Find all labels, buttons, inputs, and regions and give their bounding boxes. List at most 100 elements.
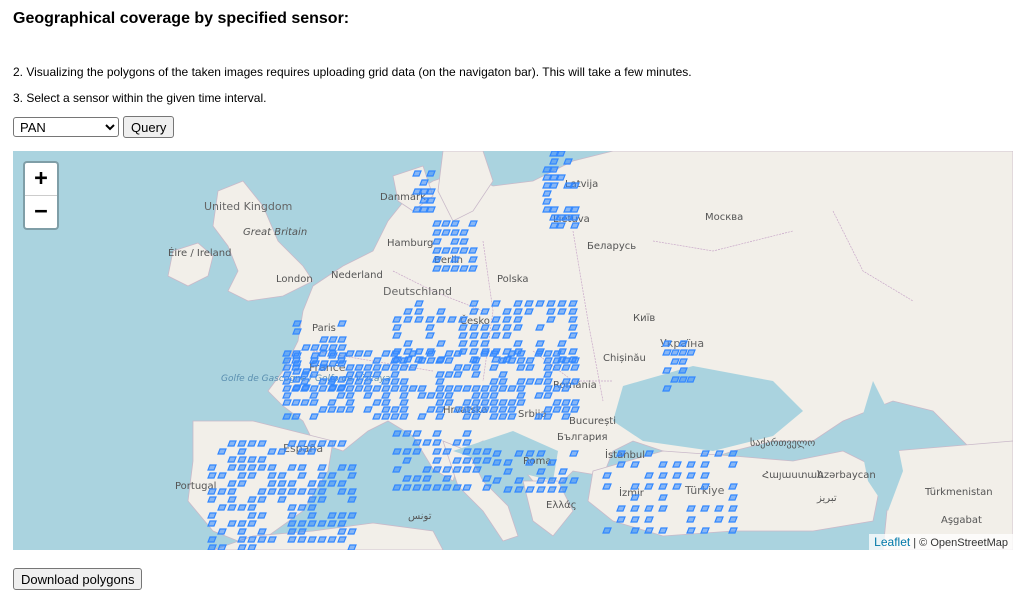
footprint-polygon[interactable] bbox=[480, 340, 490, 347]
footprint-polygon[interactable] bbox=[686, 349, 696, 356]
footprint-polygon[interactable] bbox=[503, 486, 513, 493]
footprint-polygon[interactable] bbox=[480, 399, 490, 406]
footprint-polygon[interactable] bbox=[616, 450, 626, 457]
footprint-polygon[interactable] bbox=[317, 488, 327, 495]
footprint-polygon[interactable] bbox=[414, 356, 424, 363]
footprint-polygon[interactable] bbox=[282, 371, 292, 378]
footprint-polygon[interactable] bbox=[292, 360, 302, 367]
footprint-polygon[interactable] bbox=[292, 320, 302, 327]
footprint-polygon[interactable] bbox=[422, 475, 432, 482]
footprint-polygon[interactable] bbox=[458, 348, 468, 355]
footprint-polygon[interactable] bbox=[399, 413, 409, 420]
footprint-polygon[interactable] bbox=[307, 504, 317, 511]
footprint-polygon[interactable] bbox=[535, 340, 545, 347]
footprint-polygon[interactable] bbox=[297, 488, 307, 495]
footprint-polygon[interactable] bbox=[502, 308, 512, 315]
footprint-polygon[interactable] bbox=[237, 448, 247, 455]
footprint-polygon[interactable] bbox=[452, 466, 462, 473]
footprint-polygon[interactable] bbox=[435, 406, 445, 413]
footprint-polygon[interactable] bbox=[435, 413, 445, 420]
footprint-polygon[interactable] bbox=[432, 220, 442, 227]
footprint-polygon[interactable] bbox=[207, 536, 217, 543]
footprint-polygon[interactable] bbox=[468, 220, 478, 227]
footprint-polygon[interactable] bbox=[452, 439, 462, 446]
footprint-polygon[interactable] bbox=[502, 356, 512, 363]
footprint-polygon[interactable] bbox=[644, 483, 654, 490]
footprint-polygon[interactable] bbox=[678, 367, 688, 374]
footprint-polygon[interactable] bbox=[543, 364, 553, 371]
footprint-polygon[interactable] bbox=[498, 406, 508, 413]
footprint-polygon[interactable] bbox=[472, 457, 482, 464]
footprint-polygon[interactable] bbox=[247, 456, 257, 463]
footprint-polygon[interactable] bbox=[568, 300, 578, 307]
footprint-polygon[interactable] bbox=[489, 385, 499, 392]
footprint-polygon[interactable] bbox=[307, 480, 317, 487]
footprint-polygon[interactable] bbox=[328, 360, 338, 367]
footprint-polygon[interactable] bbox=[337, 320, 347, 327]
footprint-polygon[interactable] bbox=[381, 406, 391, 413]
footprint-polygon[interactable] bbox=[399, 364, 409, 371]
footprint-polygon[interactable] bbox=[670, 376, 680, 383]
footprint-polygon[interactable] bbox=[561, 413, 571, 420]
footprint-polygon[interactable] bbox=[468, 247, 478, 254]
footprint-polygon[interactable] bbox=[237, 456, 247, 463]
footprint-polygon[interactable] bbox=[432, 466, 442, 473]
footprint-polygon[interactable] bbox=[546, 300, 556, 307]
footprint-polygon[interactable] bbox=[292, 376, 302, 383]
footprint-polygon[interactable] bbox=[557, 340, 567, 347]
footprint-polygon[interactable] bbox=[662, 385, 672, 392]
footprint-polygon[interactable] bbox=[436, 340, 446, 347]
footprint-polygon[interactable] bbox=[310, 344, 320, 351]
footprint-polygon[interactable] bbox=[462, 413, 472, 420]
footprint-polygon[interactable] bbox=[317, 536, 327, 543]
footprint-polygon[interactable] bbox=[287, 480, 297, 487]
footprint-polygon[interactable] bbox=[327, 406, 337, 413]
footprint-polygon[interactable] bbox=[561, 406, 571, 413]
footprint-polygon[interactable] bbox=[345, 350, 355, 357]
footprint-polygon[interactable] bbox=[309, 385, 319, 392]
footprint-polygon[interactable] bbox=[399, 378, 409, 385]
footprint-polygon[interactable] bbox=[570, 378, 580, 385]
footprint-polygon[interactable] bbox=[307, 536, 317, 543]
footprint-polygon[interactable] bbox=[450, 265, 460, 272]
footprint-polygon[interactable] bbox=[372, 357, 382, 364]
footprint-polygon[interactable] bbox=[441, 220, 451, 227]
footprint-polygon[interactable] bbox=[432, 457, 442, 464]
footprint-polygon[interactable] bbox=[390, 378, 400, 385]
footprint-polygon[interactable] bbox=[453, 385, 463, 392]
footprint-polygon[interactable] bbox=[502, 316, 512, 323]
footprint-polygon[interactable] bbox=[452, 484, 462, 491]
footprint-polygon[interactable] bbox=[452, 457, 462, 464]
footprint-polygon[interactable] bbox=[441, 265, 451, 272]
footprint-polygon[interactable] bbox=[337, 464, 347, 471]
footprint-polygon[interactable] bbox=[307, 512, 317, 519]
footprint-polygon[interactable] bbox=[546, 308, 556, 315]
footprint-polygon[interactable] bbox=[317, 440, 327, 447]
footprint-polygon[interactable] bbox=[267, 448, 277, 455]
footprint-polygon[interactable] bbox=[337, 384, 347, 391]
footprint-polygon[interactable] bbox=[318, 385, 328, 392]
footprint-polygon[interactable] bbox=[426, 206, 436, 213]
footprint-polygon[interactable] bbox=[662, 367, 672, 374]
footprint-polygon[interactable] bbox=[432, 247, 442, 254]
footprint-polygon[interactable] bbox=[714, 505, 724, 512]
footprint-polygon[interactable] bbox=[535, 300, 545, 307]
footprint-polygon[interactable] bbox=[489, 364, 499, 371]
footprint-polygon[interactable] bbox=[328, 336, 338, 343]
footprint-polygon[interactable] bbox=[536, 468, 546, 475]
footprint-polygon[interactable] bbox=[282, 399, 292, 406]
footprint-polygon[interactable] bbox=[686, 472, 696, 479]
footprint-polygon[interactable] bbox=[459, 229, 469, 236]
footprint-polygon[interactable] bbox=[207, 472, 217, 479]
footprint-polygon[interactable] bbox=[392, 332, 402, 339]
footprint-polygon[interactable] bbox=[327, 399, 337, 406]
footprint-polygon[interactable] bbox=[552, 399, 562, 406]
footprint-polygon[interactable] bbox=[498, 378, 508, 385]
footprint-polygon[interactable] bbox=[227, 440, 237, 447]
footprint-polygon[interactable] bbox=[399, 406, 409, 413]
footprint-polygon[interactable] bbox=[345, 371, 355, 378]
footprint-polygon[interactable] bbox=[317, 496, 327, 503]
footprint-polygon[interactable] bbox=[247, 496, 257, 503]
footprint-polygon[interactable] bbox=[318, 350, 328, 357]
footprint-polygon[interactable] bbox=[227, 488, 237, 495]
